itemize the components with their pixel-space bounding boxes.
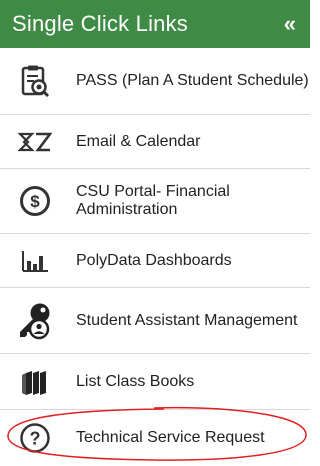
- panel-header: Single Click Links «: [0, 0, 310, 48]
- link-csu-portal-label: CSU Portal- Financial Administration: [76, 183, 230, 218]
- link-technical-service-request-label: Technical Service Request: [76, 429, 265, 446]
- books-icon: [16, 363, 54, 401]
- svg-text:?: ?: [30, 429, 41, 449]
- link-list-class-books[interactable]: List Class Books: [0, 354, 310, 410]
- link-student-assistant[interactable]: Student Assistant Management: [0, 288, 310, 354]
- key-user-icon: [16, 302, 54, 340]
- link-list-class-books-label: List Class Books: [76, 372, 195, 390]
- dollar-circle-icon: $: [16, 182, 54, 220]
- link-csu-portal[interactable]: $ CSU Portal- Financial Administration: [0, 169, 310, 234]
- link-email-calendar-label: Email & Calendar: [76, 132, 201, 150]
- link-technical-service-request[interactable]: ? Technical Service Request: [0, 410, 310, 466]
- bar-chart-icon: [16, 242, 54, 280]
- panel-title: Single Click Links: [12, 11, 189, 36]
- link-student-assistant-label: Student Assistant Management: [76, 311, 298, 329]
- link-email-calendar[interactable]: Email & Calendar: [0, 115, 310, 169]
- collapse-button[interactable]: «: [280, 11, 300, 37]
- svg-text:$: $: [30, 192, 40, 211]
- single-click-links-panel: Single Click Links « PASS (Plan A Studen…: [0, 0, 310, 466]
- links-list: PASS (Plan A Student Schedule) Email & C…: [0, 48, 310, 466]
- exchange-icon: [16, 123, 54, 161]
- link-polydata-label: PolyData Dashboards: [76, 251, 232, 269]
- question-circle-icon: ?: [16, 419, 54, 457]
- link-pass-label: PASS (Plan A Student Schedule): [76, 72, 309, 89]
- clipboard-search-icon: [16, 62, 54, 100]
- link-polydata[interactable]: PolyData Dashboards: [0, 234, 310, 288]
- link-pass[interactable]: PASS (Plan A Student Schedule): [0, 48, 310, 115]
